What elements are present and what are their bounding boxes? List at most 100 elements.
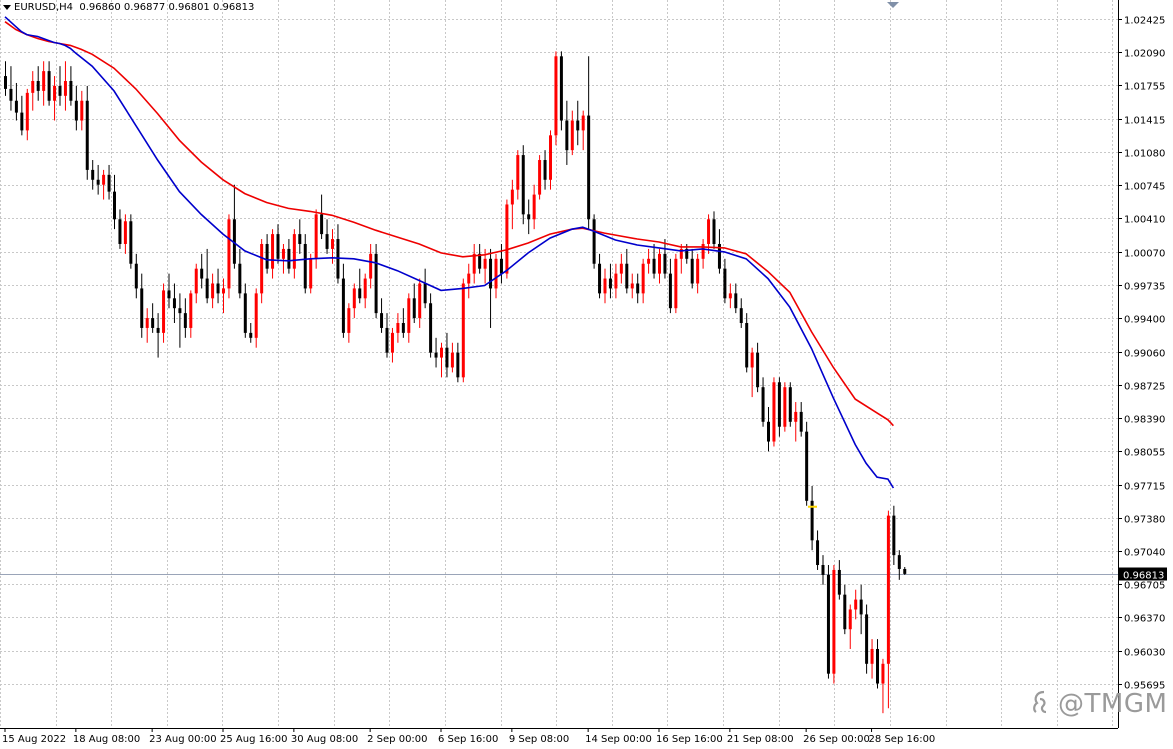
candle-body (298, 234, 302, 244)
candle-body (25, 92, 29, 131)
candle-body (658, 253, 661, 274)
bearish-candle (412, 283, 416, 324)
bearish-candle (756, 342, 760, 393)
candle-body (532, 194, 536, 220)
y-tick-label: 1.02425 (1124, 16, 1165, 27)
bullish-candle (53, 76, 57, 121)
x-tick-label: 15 Aug 2022 (2, 734, 66, 745)
bullish-candle (570, 110, 574, 156)
candle-body (63, 80, 67, 96)
bullish-candle (854, 589, 858, 620)
candle-body (53, 85, 57, 101)
chart-frame[interactable]: 1.02425 1.02090 1.01755 1.01415 1.01080 1.007… (0, 0, 1173, 749)
bullish-candle (390, 327, 394, 363)
y-tick-label: 1.00745 (1124, 182, 1165, 193)
bearish-candle (777, 377, 781, 437)
candle-body (434, 352, 438, 358)
candle-body (211, 283, 215, 299)
x-tick-label: 25 Aug 16:00 (220, 734, 287, 745)
bullish-candle (254, 288, 258, 348)
bearish-candle (9, 66, 13, 111)
candle-body (314, 214, 318, 259)
candle-body (816, 540, 820, 566)
bearish-candle (113, 174, 116, 230)
candle-body (423, 283, 427, 304)
candle-body (36, 80, 40, 91)
candle-body (287, 248, 291, 269)
candle-body (647, 258, 651, 264)
candle-body (429, 303, 433, 353)
candle-body (859, 599, 863, 615)
candle-body (412, 298, 416, 319)
candle-body (440, 347, 443, 358)
bearish-candle (576, 100, 580, 146)
candle-body (870, 648, 874, 664)
candle-body (848, 609, 852, 630)
bullish-candle (418, 278, 422, 328)
candle-body (505, 204, 509, 274)
bullish-candle (369, 243, 373, 289)
bullish-candle (554, 51, 558, 146)
bearish-candle (761, 377, 765, 427)
x-tick-label: 16 Sep 16:00 (656, 734, 723, 745)
candle-body (254, 293, 258, 338)
dropdown-triangle-icon[interactable] (3, 4, 11, 10)
candle-body (222, 288, 225, 294)
candle-body (243, 293, 247, 333)
bullish-candle (461, 278, 465, 383)
candle-body (472, 253, 476, 274)
candle-body (636, 283, 640, 294)
bearish-candle (287, 239, 291, 274)
candle-body (385, 327, 389, 353)
x-tick-label: 26 Sep 00:00 (803, 734, 870, 745)
bearish-candle (298, 219, 302, 254)
bullish-candle (641, 258, 645, 304)
candle-body (527, 214, 531, 220)
price-chart[interactable]: 1.02425 1.02090 1.01755 1.01415 1.01080 1.007… (0, 0, 1173, 749)
bearish-candle (265, 234, 269, 274)
bullish-candle (870, 639, 874, 679)
candle-body (309, 258, 313, 289)
bullish-candle (440, 342, 443, 378)
candle-body (9, 88, 13, 101)
candle-body (102, 174, 106, 185)
bearish-candle (767, 406, 770, 452)
candle-body (31, 80, 35, 93)
candle-body (69, 80, 73, 101)
x-tick-label: 2 Sep 00:00 (367, 734, 427, 745)
candle-body (325, 234, 329, 249)
bearish-candle (178, 293, 182, 348)
candle-body (14, 100, 18, 113)
candle-body (74, 100, 78, 121)
bullish-candle (292, 229, 296, 279)
candle-body (303, 243, 307, 289)
bearish-candle (74, 85, 78, 131)
candle-body (265, 243, 269, 269)
candle-body (745, 323, 749, 368)
y-tick-label: 0.99060 (1124, 349, 1165, 360)
y-tick-label: 0.97715 (1124, 482, 1165, 493)
bearish-candle (4, 61, 7, 96)
candle-body (559, 56, 563, 121)
bullish-candle (581, 110, 585, 151)
bearish-candle (739, 298, 743, 328)
candle-body (554, 56, 558, 136)
candle-body (369, 253, 373, 279)
bearish-candle (183, 298, 187, 338)
candle-body (134, 263, 138, 289)
candle-body (4, 76, 7, 89)
bearish-candle (897, 550, 901, 580)
bullish-candle (314, 209, 318, 269)
bearish-candle (374, 243, 378, 319)
bearish-candle (205, 248, 209, 304)
bullish-candle (407, 293, 411, 343)
candle-body (47, 71, 51, 101)
bearish-candle (734, 283, 738, 314)
candle-body (892, 515, 896, 556)
candle-body (756, 352, 760, 388)
bearish-candle (745, 313, 749, 373)
candle-body (58, 85, 62, 96)
bullish-candle (271, 229, 275, 279)
candle-body (625, 263, 629, 289)
bullish-candle (25, 88, 29, 141)
